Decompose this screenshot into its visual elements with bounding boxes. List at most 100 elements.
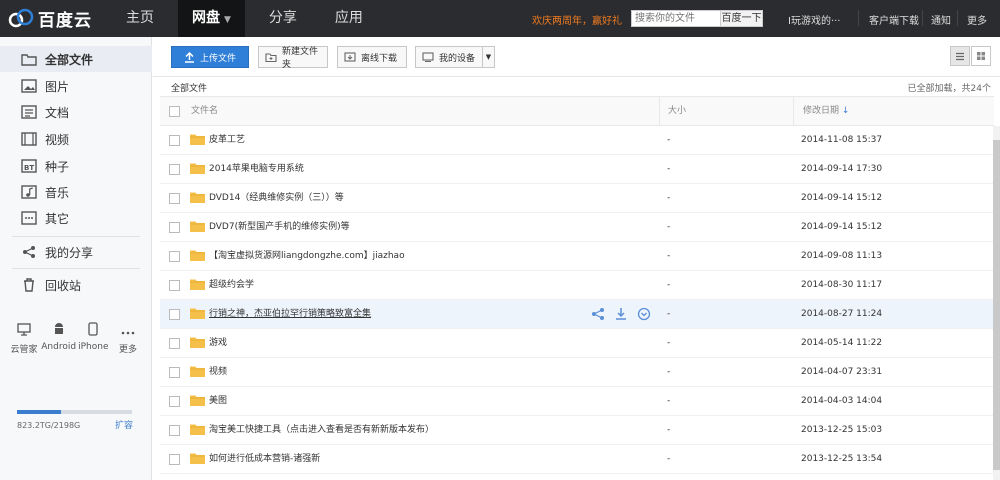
row-checkbox[interactable] [169,164,180,175]
notifications-link[interactable]: 通知 [931,12,951,27]
column-header-date[interactable]: 修改日期 ↓ [803,97,849,126]
table-row[interactable]: DVD14（经典维修实例（三））等 - 2014-09-14 15:12 [160,184,994,213]
file-name[interactable]: DVD14（经典维修实例（三））等 [209,184,344,213]
file-date: 2014-11-08 15:37 [801,135,883,145]
svg-text:BT: BT [24,164,34,172]
device-pc[interactable]: 云管家 [8,320,40,355]
expand-storage-link[interactable]: 扩容 [115,418,133,431]
grid-view-toggle[interactable] [971,46,991,66]
row-checkbox[interactable] [169,280,180,291]
divider [922,10,923,26]
sidebar-item-videos[interactable]: 视频 [0,126,152,152]
row-checkbox[interactable] [169,367,180,378]
toolbar: 上传文件 新建文件夹 离线下载 我的设备 ▼ [153,37,1000,77]
file-name[interactable]: 视频 [209,358,227,387]
file-date: 2014-08-30 11:17 [801,280,883,290]
table-row[interactable]: 【淘宝虚拟货源网liangdongzhe.com】jiazhao - 2014-09… [160,242,994,271]
table-row[interactable]: 行销之神，杰亚伯拉罕行销策略致富全集 - 2014-08-27 11:24 [160,300,994,329]
client-download-link[interactable]: 客户端下载 [869,12,919,27]
sidebar-item-torrents[interactable]: BT 种子 [0,153,152,179]
folder-icon [190,337,205,348]
table-row[interactable]: 游戏 - 2014-05-14 11:22 [160,329,994,358]
upload-button[interactable]: 上传文件 [171,46,249,68]
sidebar-item-label: 全部文件 [45,52,94,67]
file-name[interactable]: 游戏 [209,329,227,358]
select-all-checkbox[interactable] [169,106,180,117]
table-row[interactable]: DVD7(新型国产手机的维修实例)等 - 2014-09-14 15:12 [160,213,994,242]
trash-icon [20,277,38,293]
row-checkbox[interactable] [169,425,180,436]
table-row[interactable]: 2014苹果电脑专用系统 - 2014-09-14 17:30 [160,155,994,184]
table-row[interactable]: 美图 - 2014-04-03 14:04 [160,387,994,416]
file-size: - [667,222,671,232]
search-button[interactable]: 百度一下 [720,11,762,26]
divider [858,10,859,26]
column-header-size[interactable]: 大小 [668,97,686,126]
column-header-name[interactable]: 文件名 [191,97,218,126]
file-name[interactable]: 美图 [209,387,227,416]
share-icon[interactable] [591,307,605,321]
row-checkbox[interactable] [169,251,180,262]
device-iphone[interactable]: iPhone [77,320,109,355]
sidebar-item-documents[interactable]: 文档 [0,99,152,125]
nav-apps[interactable]: 应用 [321,0,377,37]
row-checkbox[interactable] [169,135,180,146]
file-name[interactable]: 行销之神，杰亚伯拉罕行销策略致富全集 [209,300,371,329]
sidebar-item-music[interactable]: 音乐 [0,179,152,205]
download-icon[interactable] [614,307,628,321]
table-row[interactable]: 皮革工艺 - 2014-11-08 15:37 [160,126,994,155]
row-actions [591,307,651,321]
row-checkbox[interactable] [169,193,180,204]
sidebar-item-my-shares[interactable]: 我的分享 [0,239,152,265]
sidebar-item-label: 种子 [45,159,70,174]
nav-netdisk[interactable]: 网盘 ▼ [178,0,245,37]
chevron-down-icon[interactable]: ▼ [482,47,494,67]
sidebar-item-other[interactable]: 其它 [0,205,152,231]
sidebar-item-label: 我的分享 [45,245,94,260]
quota-fill [17,410,61,414]
file-name[interactable]: 如何进行低成本营销-诸强新 [209,445,320,474]
sidebar-item-all-files[interactable]: 全部文件 [0,46,152,72]
device-more[interactable]: 更多 [112,320,144,355]
file-name[interactable]: 2014苹果电脑专用系统 [209,155,304,184]
file-name[interactable]: 淘宝美工快捷工具（点击进入查看是否有新新版本发布） [209,416,434,445]
my-devices-button[interactable]: 我的设备 ▼ [415,46,495,68]
scrollbar[interactable] [993,126,1000,480]
nav-netdisk-label: 网盘 [192,10,220,26]
file-size: - [667,367,671,377]
search-input[interactable] [632,11,720,26]
folder-icon [190,453,205,464]
sidebar-item-recycle-bin[interactable]: 回收站 [0,272,152,298]
row-checkbox[interactable] [169,309,180,320]
user-menu[interactable]: I玩游戏的··· [788,12,841,27]
new-folder-button[interactable]: 新建文件夹 [258,46,328,70]
table-row[interactable]: 如何进行低成本营销-诸强新 - 2013-12-25 13:54 [160,445,994,474]
logo[interactable]: 百度云 [8,6,92,31]
table-row[interactable]: 视频 - 2014-04-07 23:31 [160,358,994,387]
file-name[interactable]: 【淘宝虚拟货源网liangdongzhe.com】jiazhao [209,242,405,271]
breadcrumb[interactable]: 全部文件 [171,81,207,94]
divider [12,268,140,269]
row-checkbox[interactable] [169,222,180,233]
scrollbar-thumb[interactable] [993,140,1000,470]
table-row[interactable]: 淘宝美工快捷工具（点击进入查看是否有新新版本发布） - 2013-12-25 15:… [160,416,994,445]
row-checkbox[interactable] [169,396,180,407]
offline-download-button[interactable]: 离线下载 [337,46,407,68]
sidebar-item-label: 回收站 [45,278,82,293]
more-link[interactable]: 更多 [967,12,987,27]
more-options-icon[interactable] [637,307,651,321]
row-checkbox[interactable] [169,454,180,465]
sidebar-item-images[interactable]: 图片 [0,73,152,99]
file-name[interactable]: 皮革工艺 [209,126,245,155]
nav-share[interactable]: 分享 [255,0,311,37]
nav-home[interactable]: 主页 [112,0,168,37]
file-name[interactable]: DVD7(新型国产手机的维修实例)等 [209,213,350,242]
sort-desc-icon: ↓ [841,106,850,116]
promo-link[interactable]: 欢庆两周年，赢好礼 [532,12,622,27]
file-name[interactable]: 超级约会学 [209,271,254,300]
file-size: - [667,425,671,435]
row-checkbox[interactable] [169,338,180,349]
table-row[interactable]: 超级约会学 - 2014-08-30 11:17 [160,271,994,300]
device-android[interactable]: Android [41,320,76,355]
list-view-toggle[interactable] [950,46,970,66]
